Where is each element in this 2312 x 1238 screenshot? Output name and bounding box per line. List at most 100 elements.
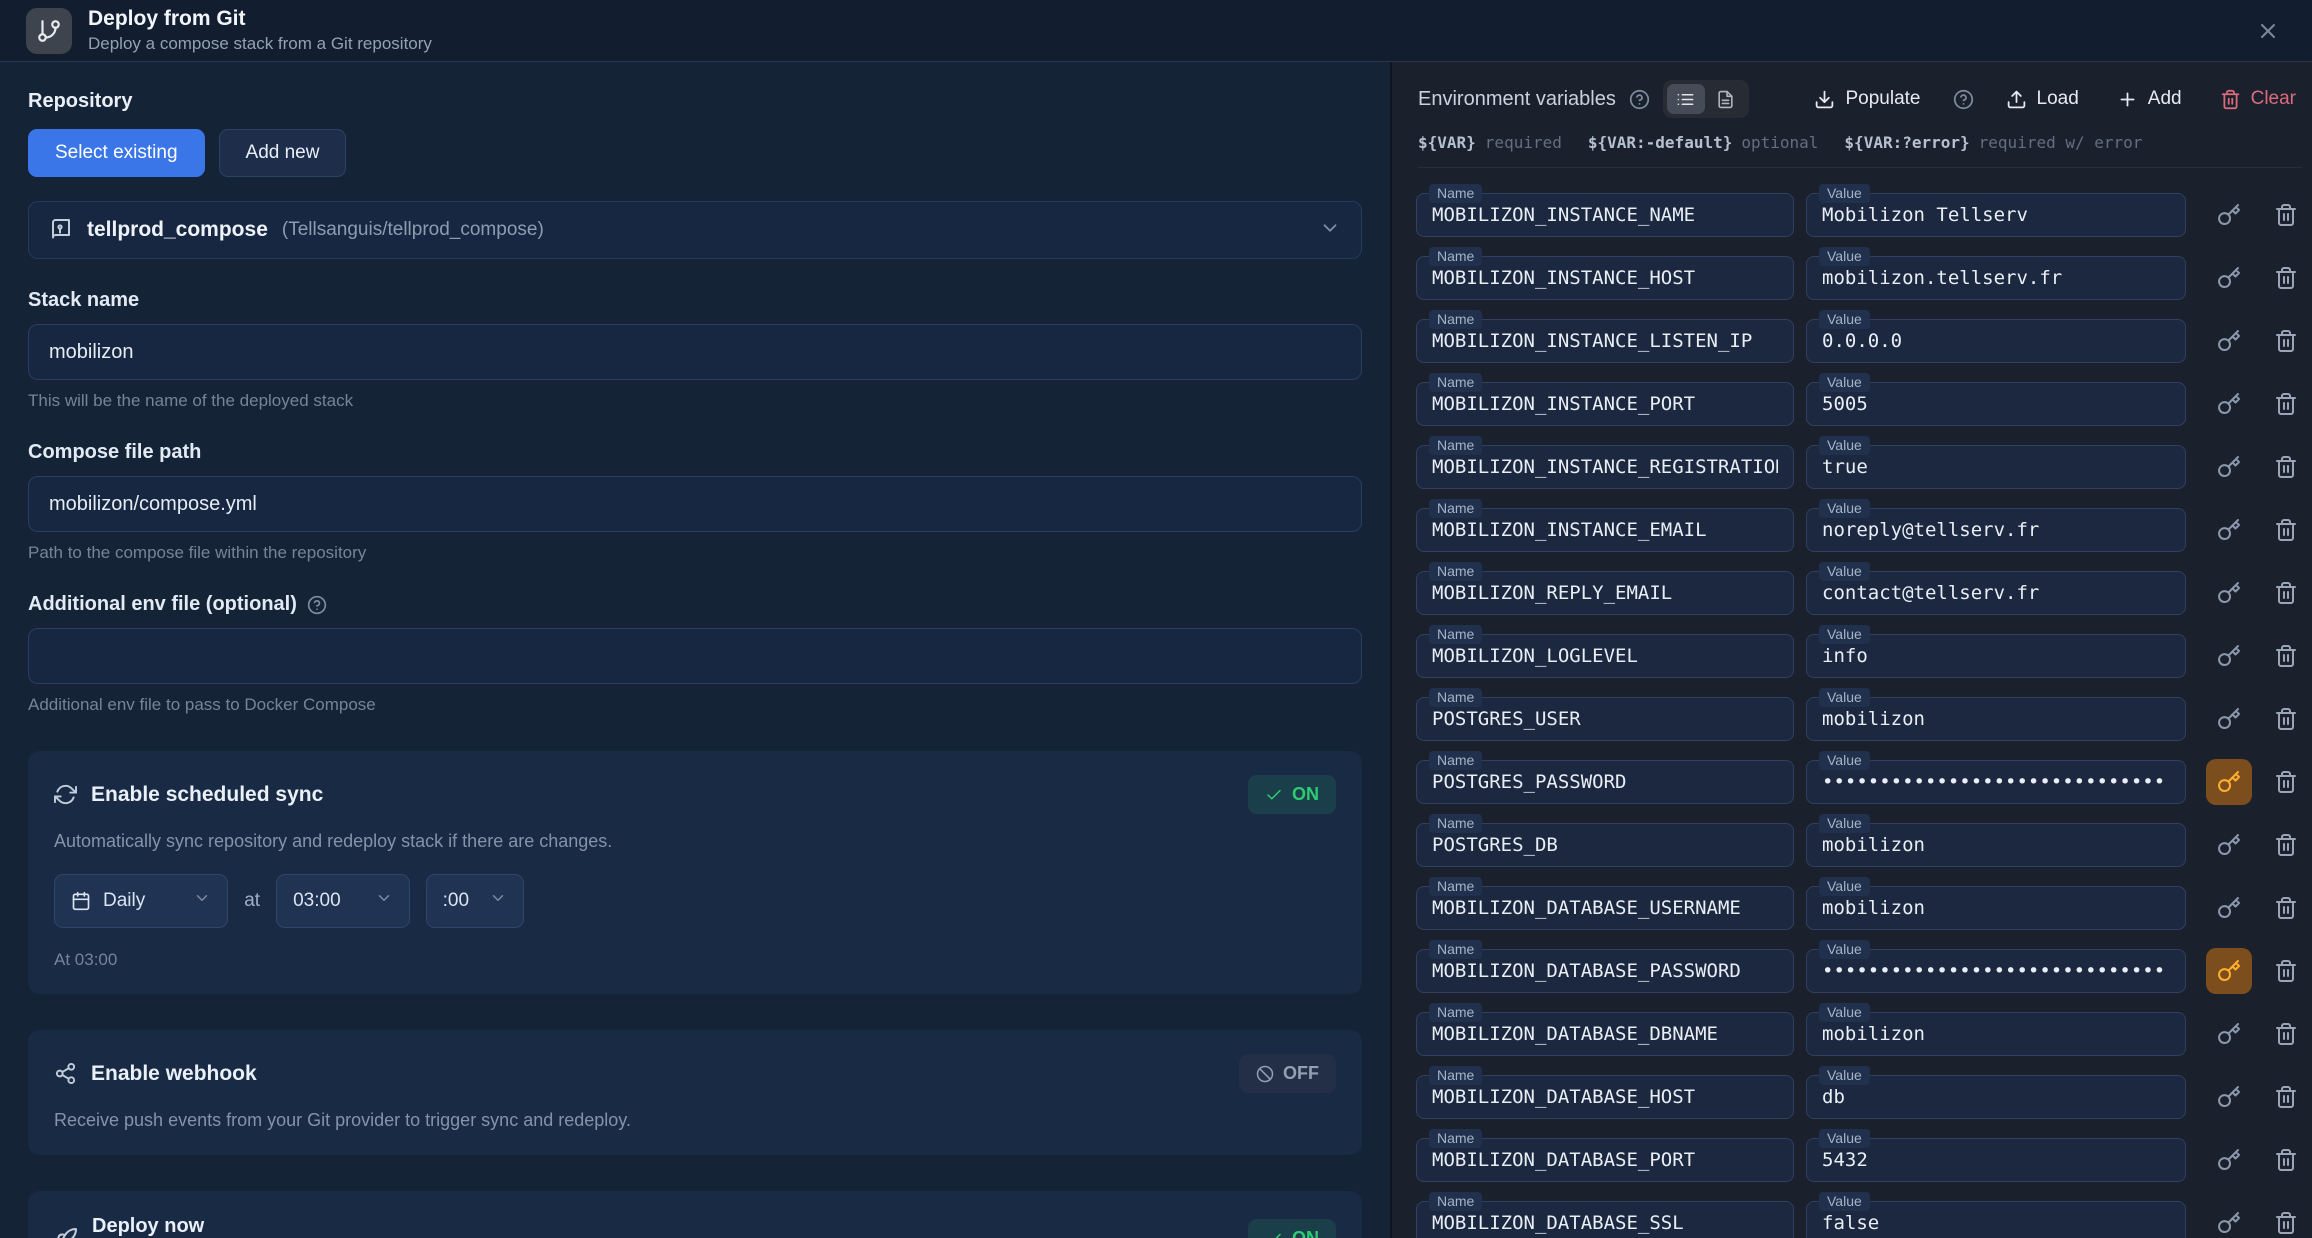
env-value-field[interactable]: Valuemobilizon [1806, 823, 2186, 867]
toggle-secret-button[interactable] [2206, 1200, 2252, 1238]
delete-variable-button[interactable] [2268, 769, 2304, 795]
minute-select[interactable]: :00 [426, 874, 524, 928]
env-name-field[interactable]: NameMOBILIZON_INSTANCE_REGISTRATIONS_OPE… [1416, 445, 1794, 489]
load-button[interactable]: Load [2000, 87, 2085, 111]
env-name-field[interactable]: NameMOBILIZON_REPLY_EMAIL [1416, 571, 1794, 615]
compose-path-input[interactable]: mobilizon/compose.yml [28, 476, 1362, 532]
toggle-secret-button[interactable] [2206, 255, 2252, 301]
toggle-secret-button[interactable] [2206, 1074, 2252, 1120]
toggle-secret-button[interactable] [2206, 759, 2252, 805]
toggle-secret-button[interactable] [2206, 570, 2252, 616]
env-value-field[interactable]: Valuedb [1806, 1075, 2186, 1119]
webhook-toggle[interactable]: OFF [1239, 1054, 1336, 1093]
env-value-field[interactable]: Valueinfo [1806, 634, 2186, 678]
env-name-floating-label: Name [1429, 247, 1482, 266]
env-name-field[interactable]: NameMOBILIZON_DATABASE_HOST [1416, 1075, 1794, 1119]
scheduled-sync-toggle[interactable]: ON [1248, 775, 1336, 814]
delete-variable-button[interactable] [2268, 328, 2304, 354]
toggle-secret-button[interactable] [2206, 318, 2252, 364]
help-icon[interactable] [1953, 89, 1974, 110]
env-name-field[interactable]: NameMOBILIZON_DATABASE_PASSWORD [1416, 949, 1794, 993]
toggle-secret-button[interactable] [2206, 948, 2252, 994]
delete-variable-button[interactable] [2268, 1021, 2304, 1047]
add-variable-button[interactable]: Add [2111, 87, 2188, 111]
toggle-secret-button[interactable] [2206, 633, 2252, 679]
env-name-field[interactable]: NameMOBILIZON_DATABASE_SSL [1416, 1201, 1794, 1238]
env-row-actions [2206, 318, 2304, 364]
env-name-field[interactable]: NameMOBILIZON_DATABASE_USERNAME [1416, 886, 1794, 930]
toggle-secret-button[interactable] [2206, 885, 2252, 931]
select-existing-tab[interactable]: Select existing [28, 129, 205, 177]
env-name-field[interactable]: NamePOSTGRES_PASSWORD [1416, 760, 1794, 804]
close-icon [2256, 19, 2280, 43]
toggle-secret-button[interactable] [2206, 1137, 2252, 1183]
env-value-field[interactable]: Valuemobilizon.tellserv.fr [1806, 256, 2186, 300]
close-button[interactable] [2250, 13, 2286, 49]
repository-select[interactable]: tellprod_compose (Tellsanguis/tellprod_c… [28, 201, 1362, 259]
env-value-field[interactable]: Value•••••••••••••••••••••••••••••• [1806, 949, 2186, 993]
delete-variable-button[interactable] [2268, 1210, 2304, 1236]
env-name-field[interactable]: NameMOBILIZON_INSTANCE_LISTEN_IP [1416, 319, 1794, 363]
help-icon[interactable] [307, 595, 327, 615]
toggle-secret-button[interactable] [2206, 1011, 2252, 1057]
env-title-row: Environment variables Populate [1418, 80, 2302, 118]
delete-variable-button[interactable] [2268, 391, 2304, 417]
populate-button[interactable]: Populate [1808, 87, 1926, 111]
delete-variable-button[interactable] [2268, 202, 2304, 228]
env-name-field[interactable]: NameMOBILIZON_INSTANCE_EMAIL [1416, 508, 1794, 552]
toggle-secret-button[interactable] [2206, 444, 2252, 490]
env-value-field[interactable]: Value•••••••••••••••••••••••••••••• [1806, 760, 2186, 804]
file-view-button[interactable] [1707, 84, 1745, 114]
delete-variable-button[interactable] [2268, 454, 2304, 480]
env-name-field[interactable]: NameMOBILIZON_INSTANCE_HOST [1416, 256, 1794, 300]
env-file-input[interactable] [28, 628, 1362, 684]
deploy-now-toggle[interactable]: ON [1248, 1219, 1336, 1238]
clear-button[interactable]: Clear [2214, 87, 2302, 111]
env-value-field[interactable]: Value0.0.0.0 [1806, 319, 2186, 363]
env-name-field[interactable]: NameMOBILIZON_INSTANCE_PORT [1416, 382, 1794, 426]
stack-name-input[interactable]: mobilizon [28, 324, 1362, 380]
env-name-field[interactable]: NamePOSTGRES_USER [1416, 697, 1794, 741]
delete-variable-button[interactable] [2268, 895, 2304, 921]
delete-variable-button[interactable] [2268, 517, 2304, 543]
env-row-actions [2206, 759, 2304, 805]
toggle-secret-button[interactable] [2206, 381, 2252, 427]
env-name-field[interactable]: NameMOBILIZON_LOGLEVEL [1416, 634, 1794, 678]
toggle-secret-button[interactable] [2206, 696, 2252, 742]
env-value-floating-label: Value [1819, 310, 1870, 329]
toggle-secret-button[interactable] [2206, 822, 2252, 868]
env-name-field[interactable]: NameMOBILIZON_DATABASE_DBNAME [1416, 1012, 1794, 1056]
toggle-secret-button[interactable] [2206, 192, 2252, 238]
toggle-secret-button[interactable] [2206, 507, 2252, 553]
delete-variable-button[interactable] [2268, 832, 2304, 858]
env-row-actions [2206, 696, 2304, 742]
env-value-field[interactable]: Valuefalse [1806, 1201, 2186, 1238]
env-value-field[interactable]: Valuenoreply@tellserv.fr [1806, 508, 2186, 552]
env-value-field[interactable]: Value5432 [1806, 1138, 2186, 1182]
env-value-floating-label: Value [1819, 499, 1870, 518]
env-name-floating-label: Name [1429, 499, 1482, 518]
delete-variable-button[interactable] [2268, 958, 2304, 984]
env-name-field[interactable]: NameMOBILIZON_INSTANCE_NAME [1416, 193, 1794, 237]
delete-variable-button[interactable] [2268, 265, 2304, 291]
env-name-field[interactable]: NameMOBILIZON_DATABASE_PORT [1416, 1138, 1794, 1182]
frequency-select[interactable]: Daily [54, 874, 228, 928]
delete-variable-button[interactable] [2268, 643, 2304, 669]
hour-select[interactable]: 03:00 [276, 874, 410, 928]
add-new-tab[interactable]: Add new [219, 129, 347, 177]
env-name-field[interactable]: NamePOSTGRES_DB [1416, 823, 1794, 867]
delete-variable-button[interactable] [2268, 580, 2304, 606]
delete-variable-button[interactable] [2268, 706, 2304, 732]
env-value-field[interactable]: Value5005 [1806, 382, 2186, 426]
env-value-field[interactable]: Valuemobilizon [1806, 697, 2186, 741]
env-value-field[interactable]: Valuetrue [1806, 445, 2186, 489]
help-icon[interactable] [1629, 89, 1650, 110]
env-name-floating-label: Name [1429, 688, 1482, 707]
list-view-button[interactable] [1667, 84, 1705, 114]
env-value-field[interactable]: ValueMobilizon Tellserv [1806, 193, 2186, 237]
env-value-field[interactable]: Valuemobilizon [1806, 886, 2186, 930]
delete-variable-button[interactable] [2268, 1084, 2304, 1110]
env-value-field[interactable]: Valuecontact@tellserv.fr [1806, 571, 2186, 615]
env-value-field[interactable]: Valuemobilizon [1806, 1012, 2186, 1056]
delete-variable-button[interactable] [2268, 1147, 2304, 1173]
